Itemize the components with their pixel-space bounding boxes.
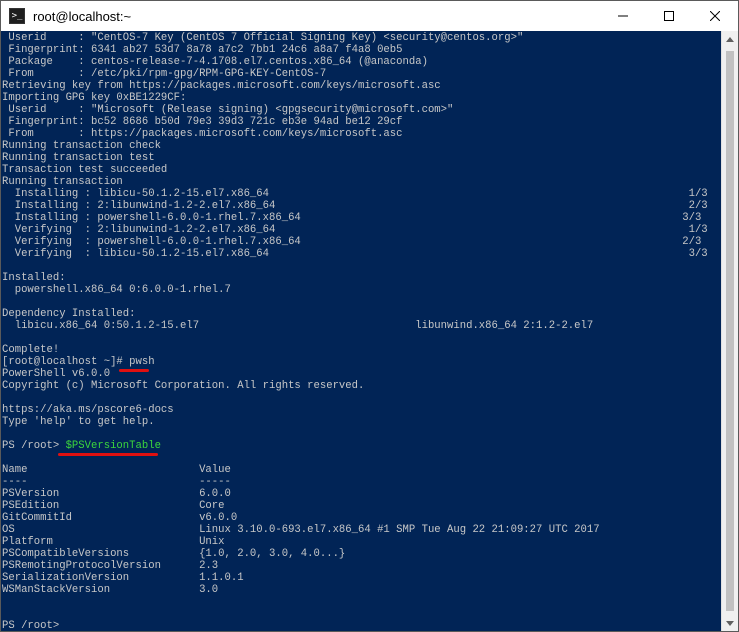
terminal-line: Retrieving key from https://packages.mic… bbox=[2, 80, 441, 92]
pwsh-annotation-underline bbox=[119, 369, 149, 372]
terminal-line: powershell.x86_64 0:6.0.0-1.rhel.7 bbox=[2, 284, 231, 296]
table-separator-line: ---- ----- bbox=[2, 476, 231, 488]
table-header-line: Name Value bbox=[2, 464, 231, 476]
scrollbar-thumb[interactable] bbox=[726, 51, 734, 611]
pwsh-command-line: [root@localhost ~]# pwsh bbox=[2, 356, 155, 368]
terminal-line: Transaction test succeeded bbox=[2, 164, 168, 176]
terminal-line: Userid : "Microsoft (Release signing) <g… bbox=[2, 104, 454, 116]
close-icon bbox=[710, 11, 720, 21]
chevron-down-icon bbox=[726, 621, 734, 626]
terminal-line: Fingerprint: bc52 8686 b50d 79e3 39d3 72… bbox=[2, 116, 403, 128]
window-title: root@localhost:~ bbox=[33, 8, 132, 24]
table-row: OS Linux 3.10.0-693.el7.x86_64 #1 SMP Tu… bbox=[2, 524, 600, 536]
terminal-line: Running transaction bbox=[2, 176, 123, 188]
table-row: PSCompatibleVersions {1.0, 2.0, 3.0, 4.0… bbox=[2, 548, 346, 560]
psversiontable-annotation-underline bbox=[58, 453, 158, 456]
terminal-app-icon[interactable]: >_ bbox=[9, 8, 25, 24]
terminal-line: Dependency Installed: bbox=[2, 308, 136, 320]
ps-prompt: PS /root> bbox=[2, 440, 66, 452]
terminal-line: Verifying : libicu-50.1.2-15.el7.x86_64 … bbox=[2, 248, 708, 260]
terminal-line: Installing : libicu-50.1.2-15.el7.x86_64… bbox=[2, 188, 708, 200]
terminal-line: Installing : 2:libunwind-1.2-2.el7.x86_6… bbox=[2, 200, 708, 212]
minimize-icon bbox=[618, 15, 628, 17]
terminal-line: libicu.x86_64 0:50.1.2-15.el7 libunwind.… bbox=[2, 320, 594, 332]
terminal-line: From : https://packages.microsoft.com/ke… bbox=[2, 128, 403, 140]
terminal-line: Package : centos-release-7-4.1708.el7.ce… bbox=[2, 56, 428, 68]
terminal-line: Fingerprint: 6341 ab27 53d7 8a78 a7c2 7b… bbox=[2, 44, 403, 56]
close-button[interactable] bbox=[692, 1, 738, 31]
terminal-line: Installing : powershell-6.0.0-1.rhel.7.x… bbox=[2, 212, 702, 224]
terminal-icon-glyph: >_ bbox=[11, 10, 23, 21]
terminal-line: Importing GPG key 0xBE1229CF: bbox=[2, 92, 187, 104]
terminal-line: Userid : "CentOS-7 Key (CentOS 7 Officia… bbox=[2, 32, 524, 44]
terminal-line: Installed: bbox=[2, 272, 66, 284]
scroll-down-button[interactable] bbox=[722, 615, 738, 631]
terminal-window: >_ root@localhost:~ Userid : "CentOS-7 K… bbox=[0, 0, 739, 632]
terminal-line: Running transaction test bbox=[2, 152, 155, 164]
vertical-scrollbar[interactable] bbox=[721, 31, 738, 631]
table-row: PSRemotingProtocolVersion 2.3 bbox=[2, 560, 219, 572]
table-row: Platform Unix bbox=[2, 536, 225, 548]
ps-prompt-line: PS /root> $PSVersionTable bbox=[2, 440, 161, 452]
terminal-line: PowerShell v6.0.0 bbox=[2, 368, 111, 380]
terminal-output[interactable]: Userid : "CentOS-7 Key (CentOS 7 Officia… bbox=[1, 31, 721, 632]
psversiontable-command: $PSVersionTable bbox=[65, 440, 161, 452]
table-row: SerializationVersion 1.1.0.1 bbox=[2, 572, 244, 584]
scroll-up-button[interactable] bbox=[722, 31, 738, 48]
terminal-line: From : /etc/pki/rpm-gpg/RPM-GPG-KEY-Cent… bbox=[2, 68, 327, 80]
table-row: GitCommitId v6.0.0 bbox=[2, 512, 238, 524]
table-row: PSVersion 6.0.0 bbox=[2, 488, 231, 500]
terminal-line: Type 'help' to get help. bbox=[2, 416, 155, 428]
terminal-line: Verifying : 2:libunwind-1.2-2.el7.x86_64… bbox=[2, 224, 708, 236]
terminal-line: Complete! bbox=[2, 344, 60, 356]
maximize-button[interactable] bbox=[646, 1, 692, 31]
terminal-line: Running transaction check bbox=[2, 140, 161, 152]
terminal-line: Copyright (c) Microsoft Corporation. All… bbox=[2, 380, 365, 392]
title-bar[interactable]: >_ root@localhost:~ bbox=[1, 1, 738, 31]
chevron-up-icon bbox=[726, 37, 734, 42]
maximize-icon bbox=[664, 11, 674, 21]
final-ps-prompt: PS /root> bbox=[2, 620, 60, 632]
terminal-line: Verifying : powershell-6.0.0-1.rhel.7.x8… bbox=[2, 236, 702, 248]
terminal-line: https://aka.ms/pscore6-docs bbox=[2, 404, 174, 416]
table-row: WSManStackVersion 3.0 bbox=[2, 584, 219, 596]
table-row: PSEdition Core bbox=[2, 500, 225, 512]
minimize-button[interactable] bbox=[600, 1, 646, 31]
